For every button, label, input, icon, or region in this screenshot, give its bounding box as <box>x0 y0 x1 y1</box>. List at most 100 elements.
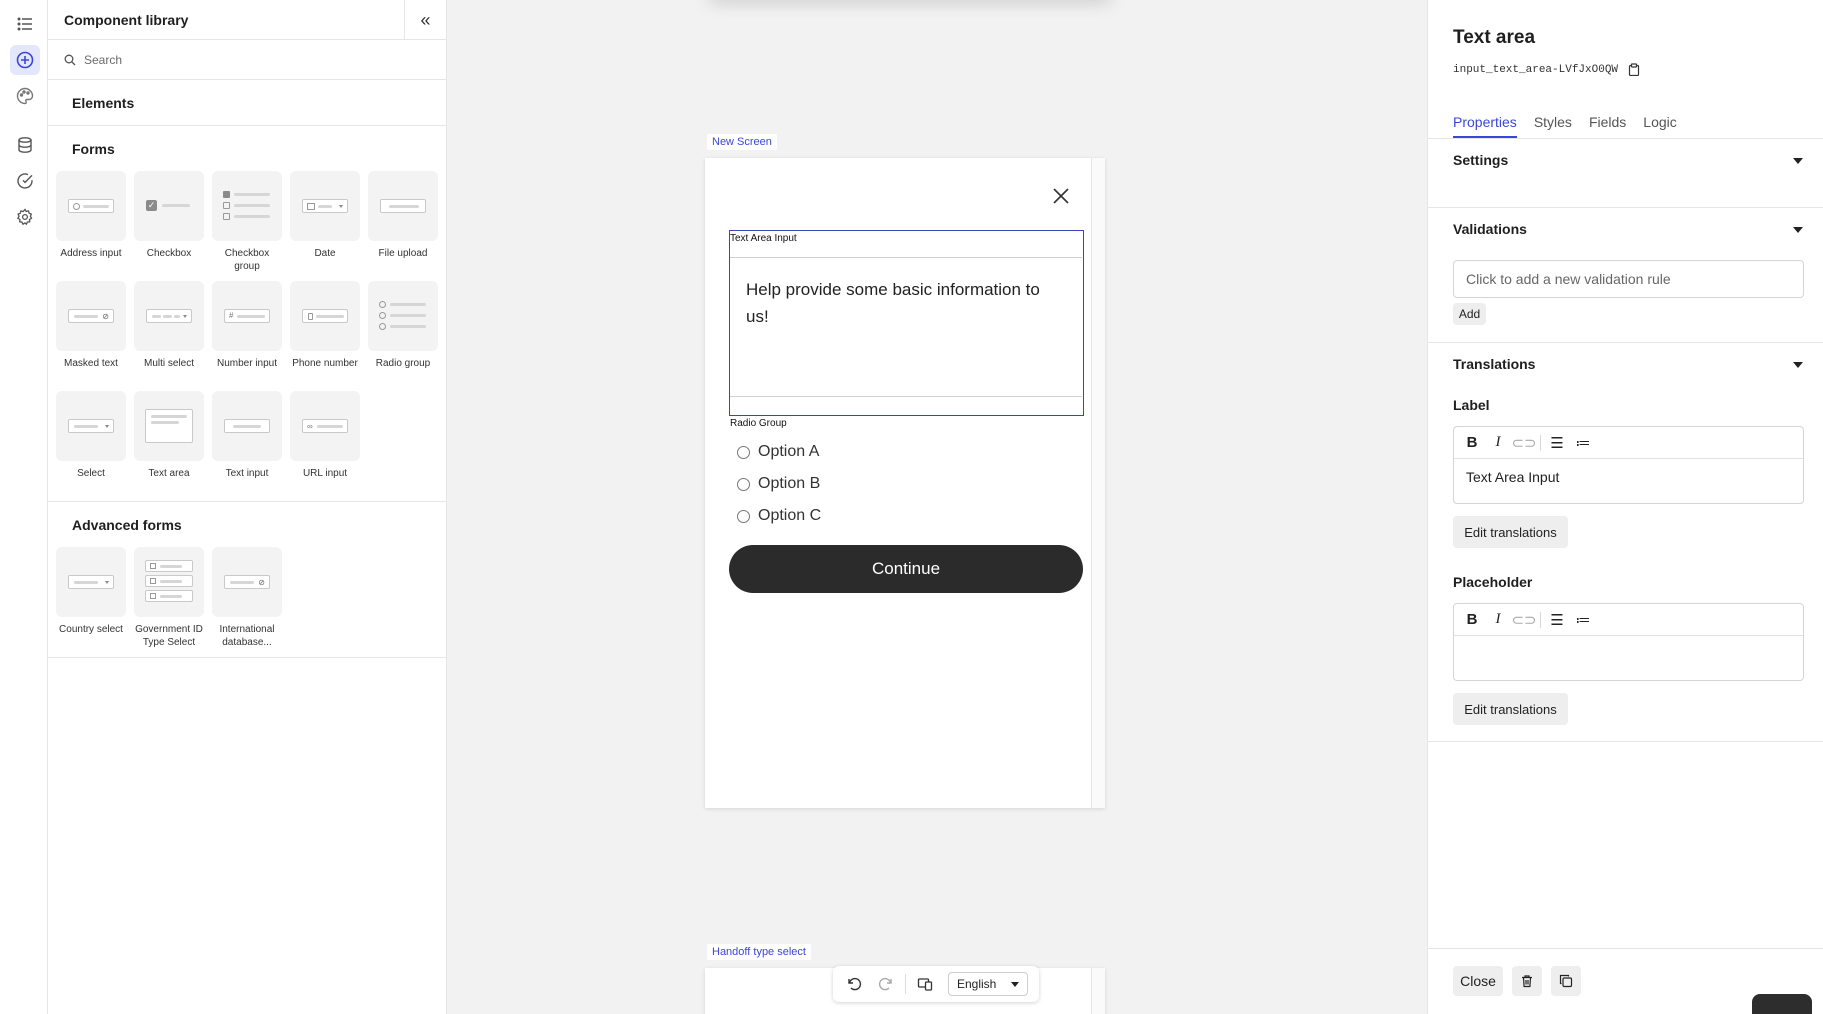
component-tile[interactable]: Date <box>290 171 360 273</box>
link-icon[interactable]: ⊂⊃ <box>1511 433 1536 453</box>
component-tile[interactable]: Phone number <box>290 281 360 383</box>
edit-translations-button[interactable]: Edit translations <box>1453 516 1568 548</box>
screen-scrollbar[interactable] <box>1091 158 1105 808</box>
component-tile[interactable]: ⊘ Masked text <box>56 281 126 383</box>
radio-option[interactable]: Option A <box>737 443 819 461</box>
collapse-panel-button[interactable]: « <box>404 0 446 40</box>
tab-styles[interactable]: Styles <box>1534 114 1572 138</box>
radio-button[interactable] <box>737 509 750 523</box>
tile-label: Phone number <box>292 358 358 369</box>
redo-button[interactable] <box>873 971 899 997</box>
library-title: Component library <box>64 11 189 28</box>
elements-section-title[interactable]: Elements <box>48 80 446 125</box>
component-tile[interactable]: ✓ Checkbox <box>134 171 204 273</box>
tile-label: Date <box>314 248 336 259</box>
numbered-list-icon[interactable]: ≔ <box>1573 433 1593 453</box>
radio-option[interactable]: Option B <box>737 475 820 493</box>
tile-label: Text input <box>225 468 269 479</box>
component-tile[interactable]: Text input <box>212 391 282 493</box>
caret-down-icon[interactable] <box>1793 227 1803 233</box>
caret-down-icon[interactable] <box>1793 362 1803 368</box>
radio-option[interactable]: Option C <box>737 507 821 525</box>
help-widget[interactable] <box>1752 994 1812 1014</box>
duplicate-button[interactable] <box>1551 966 1581 996</box>
component-tile[interactable]: Select <box>56 391 126 493</box>
radio-button[interactable] <box>737 445 750 459</box>
section-divider <box>1428 342 1823 343</box>
properties-footer: Close <box>1428 948 1823 1014</box>
validations-section-header[interactable]: Validations <box>1453 221 1527 237</box>
edit-translations-button[interactable]: Edit translations <box>1453 693 1568 725</box>
bold-icon[interactable]: B <box>1462 610 1482 630</box>
text-area-label: Text Area Input <box>730 233 797 244</box>
screen-name-label[interactable]: Handoff type select <box>707 944 811 960</box>
screen-name-label[interactable]: New Screen <box>707 134 777 150</box>
radio-group-label: Radio Group <box>730 418 787 429</box>
tab-logic[interactable]: Logic <box>1643 114 1676 138</box>
close-icon[interactable] <box>1049 184 1073 208</box>
database-icon[interactable] <box>10 130 40 160</box>
advanced-forms-title[interactable]: Advanced forms <box>48 502 446 547</box>
bulleted-list-icon[interactable]: ☰ <box>1547 433 1567 453</box>
number-input-icon: # <box>212 281 282 351</box>
screen-scrollbar[interactable] <box>1091 968 1105 1014</box>
bulleted-list-icon[interactable]: ☰ <box>1547 610 1567 630</box>
component-tile[interactable]: Checkbox group <box>212 171 282 273</box>
component-tile[interactable]: Country select <box>56 547 126 649</box>
numbered-list-icon[interactable]: ≔ <box>1573 610 1593 630</box>
component-tile[interactable]: Address input <box>56 171 126 273</box>
label-rich-text-editor[interactable]: B I ⊂⊃ ☰ ≔ Text Area Input <box>1453 426 1804 504</box>
delete-button[interactable] <box>1512 966 1542 996</box>
italic-icon[interactable]: I <box>1488 610 1508 630</box>
file-upload-icon <box>368 171 438 241</box>
component-id-text: input_text_area-LVfJxO0QW <box>1453 63 1619 76</box>
theme-palette-icon[interactable] <box>10 81 40 111</box>
checks-icon[interactable] <box>10 166 40 196</box>
validation-rule-input[interactable] <box>1453 260 1804 298</box>
component-tile[interactable]: Text area <box>134 391 204 493</box>
settings-gear-icon[interactable] <box>10 202 40 232</box>
placeholder-value[interactable] <box>1454 636 1803 656</box>
close-button[interactable]: Close <box>1453 966 1503 996</box>
text-area-field[interactable]: Help provide some basic information to u… <box>730 257 1082 397</box>
component-tile[interactable]: Multi select <box>134 281 204 383</box>
tab-properties[interactable]: Properties <box>1453 114 1517 138</box>
trash-icon <box>1522 975 1532 988</box>
radio-button[interactable] <box>737 477 750 491</box>
continue-button[interactable]: Continue <box>729 545 1083 593</box>
component-tile[interactable]: ∞ URL input <box>290 391 360 493</box>
label-value[interactable]: Text Area Input <box>1454 459 1803 495</box>
text-area-component[interactable]: Text Area Input Help provide some basic … <box>729 230 1084 416</box>
component-tile[interactable]: ⊘ International database... <box>212 547 282 649</box>
bold-icon[interactable]: B <box>1462 433 1482 453</box>
placeholder-rich-text-editor[interactable]: B I ⊂⊃ ☰ ≔ <box>1453 603 1804 681</box>
link-icon[interactable]: ⊂⊃ <box>1511 610 1536 630</box>
caret-down-icon[interactable] <box>1793 158 1803 164</box>
properties-panel: Text area input_text_area-LVfJxO0QW Prop… <box>1427 0 1823 1014</box>
preview-button[interactable] <box>912 971 938 997</box>
add-validation-button[interactable]: Add <box>1453 303 1486 325</box>
settings-section-header[interactable]: Settings <box>1453 152 1508 168</box>
add-component-icon[interactable] <box>10 45 40 75</box>
component-tile[interactable]: File upload <box>368 171 438 273</box>
screen-frame[interactable]: Text Area Input Help provide some basic … <box>705 158 1105 808</box>
undo-button[interactable] <box>841 971 867 997</box>
component-tile[interactable]: # Number input <box>212 281 282 383</box>
tab-fields[interactable]: Fields <box>1589 114 1626 138</box>
design-canvas[interactable]: New Screen Text Area Input Help provide … <box>447 0 1427 1014</box>
language-select[interactable]: English <box>948 972 1028 996</box>
outline-list-icon[interactable] <box>10 9 40 39</box>
component-tile[interactable]: Radio group <box>368 281 438 383</box>
toolbar-divider <box>905 974 906 994</box>
tabs-divider <box>1428 138 1823 139</box>
forms-section-title[interactable]: Forms <box>48 126 446 171</box>
elements-section[interactable]: Elements <box>48 80 446 126</box>
library-search-input[interactable] <box>84 52 384 67</box>
url-input-icon: ∞ <box>290 391 360 461</box>
select-icon <box>56 391 126 461</box>
italic-icon[interactable]: I <box>1488 433 1508 453</box>
tile-label: Select <box>77 468 105 479</box>
translations-section-header[interactable]: Translations <box>1453 356 1535 372</box>
clipboard-icon[interactable] <box>1628 63 1640 76</box>
component-tile[interactable]: Government ID Type Select <box>134 547 204 649</box>
